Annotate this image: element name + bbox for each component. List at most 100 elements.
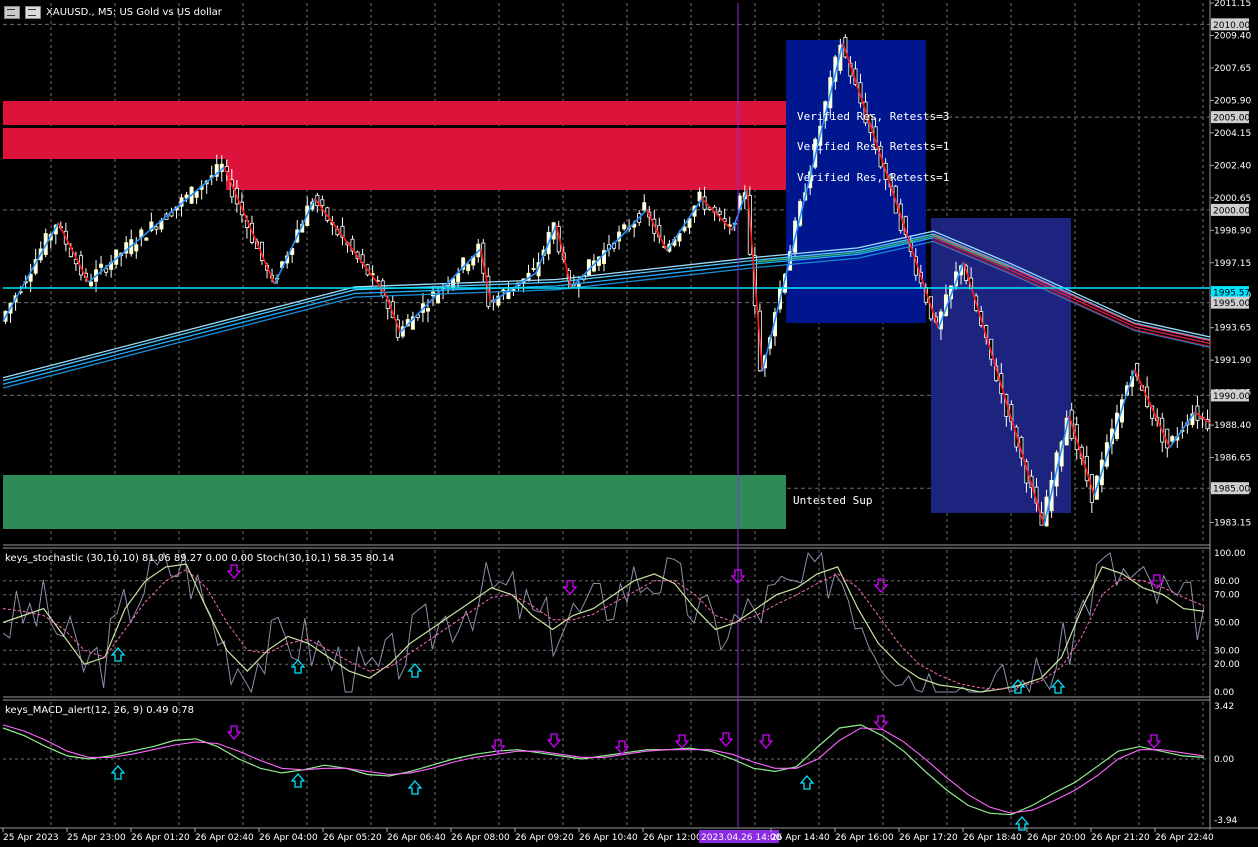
zigzag-segment (87, 166, 225, 283)
time-tick-label: 26 Apr 14:40 (771, 833, 830, 843)
time-tick-label: 26 Apr 08:00 (451, 833, 510, 843)
time-axis[interactable]: 25 Apr 2023 25 Apr 23:00 26 Apr 01:20 26 Ap… (2, 828, 1214, 843)
zigzag-segment (399, 248, 482, 333)
time-tick-label: 26 Apr 09:20 (515, 833, 574, 843)
stoch-tick-label: 80.00 (1214, 577, 1240, 587)
stoch-buy-arrow-icon (1050, 679, 1066, 694)
stoch-tick-label: 100.00 (1214, 549, 1246, 559)
zone-label-verified-res-3: Verified Res, Retests=1 (797, 171, 949, 184)
stoch-signal-line (2, 569, 1205, 690)
macd-sell-arrow-icon (226, 725, 242, 740)
macd-tick-label: 3.42 (1214, 702, 1234, 712)
candle-body (1170, 436, 1175, 442)
price-level-label: 1995.00 (1213, 299, 1250, 309)
time-tick-label: 26 Apr 18:40 (963, 833, 1022, 843)
zigzag-segment (1093, 369, 1136, 496)
zone-label-verified-res-1: Verified Res, Retests=3 (797, 110, 949, 123)
stoch-tick-label: 50.00 (1214, 619, 1240, 629)
stoch-main-line (2, 563, 1205, 693)
time-tick-label: 26 Apr 20:00 (1027, 833, 1086, 843)
zigzag-segment (746, 189, 764, 372)
resistance-zone-mid (3, 128, 786, 159)
candle-body (425, 308, 430, 312)
zigzag-segment (57, 222, 90, 283)
price-level-label: 2005.00 (1213, 114, 1250, 124)
time-tick-label: 26 Apr 06:40 (387, 833, 446, 843)
time-tick-label: 26 Apr 01:20 (131, 833, 190, 843)
macd-sell-arrow-icon (674, 734, 690, 749)
candle-body (89, 281, 94, 287)
stoch-tick-label: 20.00 (1214, 660, 1240, 670)
time-tick-label: 26 Apr 04:00 (259, 833, 318, 843)
price-tick-label: 1993.65 (1214, 324, 1251, 334)
macd-pane: 3.42 0.00 -3.94 (2, 702, 1238, 831)
candle-body (466, 264, 471, 272)
zigzag-segment (314, 198, 386, 294)
price-tick-label: 1983.15 (1214, 519, 1251, 529)
zigzag-segment (1169, 411, 1196, 448)
candle-body (99, 263, 104, 268)
macd-tick-label: -3.94 (1214, 816, 1238, 826)
macd-buy-arrow-icon (799, 775, 815, 790)
price-tick-label: 2009.40 (1214, 31, 1251, 41)
time-tick-label: 26 Apr 17:20 (899, 833, 958, 843)
macd-sell-arrow-icon (718, 732, 734, 747)
zigzag-segment (273, 198, 316, 285)
macd-main-line (2, 724, 1205, 816)
price-tick-label: 2007.65 (1214, 64, 1251, 74)
price-tick-label: 1986.65 (1214, 454, 1251, 464)
stoch-tick-label: 0.00 (1214, 688, 1234, 698)
macd-buy-arrow-icon (290, 773, 306, 788)
price-level-label: 1985.00 (1213, 485, 1250, 495)
stochastic-label: keys_stochastic (30,10,10) 81.06 89.27 0… (5, 553, 394, 564)
stochastic-pane: 100.00 80.00 70.00 50.00 30.00 20.00 0.00 (2, 549, 1246, 698)
zigzag-segment (666, 198, 703, 252)
zone-label-verified-res-2: Verified Res, Retests=1 (797, 140, 949, 153)
candle-body (622, 224, 627, 230)
candle-body (531, 268, 536, 270)
stoch-sell-arrow-icon (562, 580, 578, 595)
candle-body (144, 237, 149, 241)
time-tick-label: 26 Apr 21:20 (1091, 833, 1150, 843)
chart-canvas[interactable]: Verified Res, Retests=3 Verified Res, Re… (0, 0, 1258, 847)
time-tick-label: 26 Apr 22:40 (1155, 833, 1214, 843)
stoch-sell-arrow-icon (226, 564, 242, 579)
time-tick-label: 26 Apr 16:00 (835, 833, 894, 843)
candle-body (320, 199, 325, 207)
price-level-label: 2000.00 (1213, 206, 1250, 216)
price-tick-label: 2000.65 (1214, 194, 1251, 204)
zigzag-segment (701, 198, 733, 231)
support-zone (3, 475, 786, 529)
zigzag-segment (535, 224, 557, 274)
price-tick-label: 2011.15 (1214, 0, 1251, 9)
macd-sell-arrow-icon (1146, 734, 1162, 749)
candle-body (154, 226, 159, 230)
price-tick-label: 1997.15 (1214, 259, 1251, 269)
zigzag-segment (1068, 415, 1096, 496)
time-tick-label: 25 Apr 23:00 (67, 833, 126, 843)
price-tick-label: 2004.15 (1214, 129, 1251, 139)
price-tick-label: 1988.40 (1214, 421, 1251, 431)
stoch-buy-arrow-icon (407, 663, 423, 678)
macd-signal-line (2, 724, 1205, 814)
price-level-label: 1990.00 (1213, 392, 1250, 402)
zigzag-segment (646, 209, 668, 252)
macd-sell-arrow-icon (873, 715, 889, 730)
candle-body (642, 202, 647, 211)
macd-tick-label: 0.00 (1214, 755, 1234, 765)
time-tick-label: 25 Apr 2023 (3, 833, 59, 843)
time-tick-label: 26 Apr 05:20 (323, 833, 382, 843)
price-level-label: 2010.00 (1213, 21, 1250, 31)
price-tick-label: 2002.40 (1214, 161, 1251, 171)
time-tick-label: 26 Apr 12:00 (643, 833, 702, 843)
macd-label: keys_MACD_alert(12, 26, 9) 0.49 0.78 (5, 705, 194, 716)
stoch-tick-label: 70.00 (1214, 591, 1240, 601)
zigzag-segment (479, 248, 492, 303)
macd-sell-arrow-icon (546, 733, 562, 748)
time-tick-label: 26 Apr 10:40 (579, 833, 638, 843)
time-cursor-label: 2023.04.26 14:00 (701, 833, 782, 843)
stoch-buy-arrow-icon (290, 659, 306, 674)
price-axis[interactable]: 2011.15 2009.40 2007.65 2005.90 2004.15 2002.… (1210, 0, 1251, 529)
resistance-zone-ext (226, 159, 786, 190)
macd-sell-arrow-icon (758, 734, 774, 749)
